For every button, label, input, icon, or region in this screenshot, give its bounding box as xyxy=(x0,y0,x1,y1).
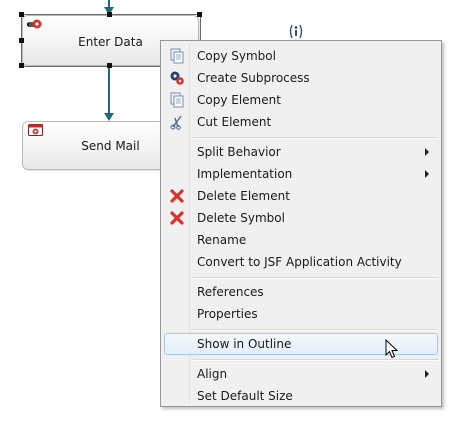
mail-activity-icon xyxy=(28,124,43,137)
menu-item-label: Copy Element xyxy=(197,93,281,107)
red-x-icon xyxy=(169,210,185,226)
red-x-icon xyxy=(169,188,185,204)
menu-item-delete-element[interactable]: Delete Element xyxy=(164,185,438,207)
menu-item-copy-element[interactable]: Copy Element xyxy=(164,89,438,111)
transition-connector[interactable] xyxy=(108,68,110,114)
menu-item-label: References xyxy=(197,285,264,299)
gears-icon xyxy=(169,70,185,86)
copy-element-icon xyxy=(169,92,185,108)
resize-handle-nw[interactable] xyxy=(19,12,24,17)
info-marker-icon[interactable] xyxy=(289,24,303,39)
menu-separator xyxy=(193,329,438,331)
menu-item-delete-symbol[interactable]: Delete Symbol xyxy=(164,207,438,229)
menu-item-label: Copy Symbol xyxy=(197,49,276,63)
resize-handle-ne[interactable] xyxy=(197,12,202,17)
menu-item-label: Show in Outline xyxy=(197,337,292,351)
menu-item-label: Cut Element xyxy=(197,115,272,129)
menu-item-split-behavior[interactable]: Split Behavior xyxy=(164,141,438,163)
scissors-icon xyxy=(169,114,185,130)
submenu-arrow-icon xyxy=(425,370,429,378)
menu-separator xyxy=(193,277,438,279)
menu-item-implementation[interactable]: Implementation xyxy=(164,163,438,185)
context-menu: Copy Symbol Create Subprocess Copy Eleme… xyxy=(160,40,442,407)
menu-item-properties[interactable]: Properties xyxy=(164,303,438,325)
resize-handle-n[interactable] xyxy=(107,12,112,17)
resize-handle-sw[interactable] xyxy=(19,63,24,68)
mouse-pointer-icon xyxy=(385,338,399,359)
menu-separator xyxy=(193,137,438,139)
menu-item-label: Set Default Size xyxy=(197,389,293,403)
menu-item-label: Delete Element xyxy=(197,189,290,203)
resize-handle-w[interactable] xyxy=(19,38,24,43)
menu-item-label: Rename xyxy=(197,233,247,247)
menu-item-label: Implementation xyxy=(197,167,293,181)
menu-item-references[interactable]: References xyxy=(164,281,438,303)
menu-item-convert-jsf[interactable]: Convert to JSF Application Activity xyxy=(164,251,438,273)
menu-item-set-default-size[interactable]: Set Default Size xyxy=(164,385,438,407)
menu-item-label: Align xyxy=(197,367,228,381)
submenu-arrow-icon xyxy=(425,148,429,156)
menu-item-label: Properties xyxy=(197,307,258,321)
menu-item-align[interactable]: Align xyxy=(164,363,438,385)
menu-item-create-subprocess[interactable]: Create Subprocess xyxy=(164,67,438,89)
menu-item-cut-element[interactable]: Cut Element xyxy=(164,111,438,133)
menu-item-label: Create Subprocess xyxy=(197,71,310,85)
menu-item-label: Convert to JSF Application Activity xyxy=(197,255,402,269)
menu-separator xyxy=(193,359,438,361)
copy-symbol-icon xyxy=(169,48,185,64)
submenu-arrow-icon xyxy=(425,170,429,178)
menu-item-copy-symbol[interactable]: Copy Symbol xyxy=(164,45,438,67)
menu-item-label: Split Behavior xyxy=(197,145,281,159)
transition-arrowhead xyxy=(104,113,114,121)
menu-item-rename[interactable]: Rename xyxy=(164,229,438,251)
menu-item-label: Delete Symbol xyxy=(197,211,285,225)
